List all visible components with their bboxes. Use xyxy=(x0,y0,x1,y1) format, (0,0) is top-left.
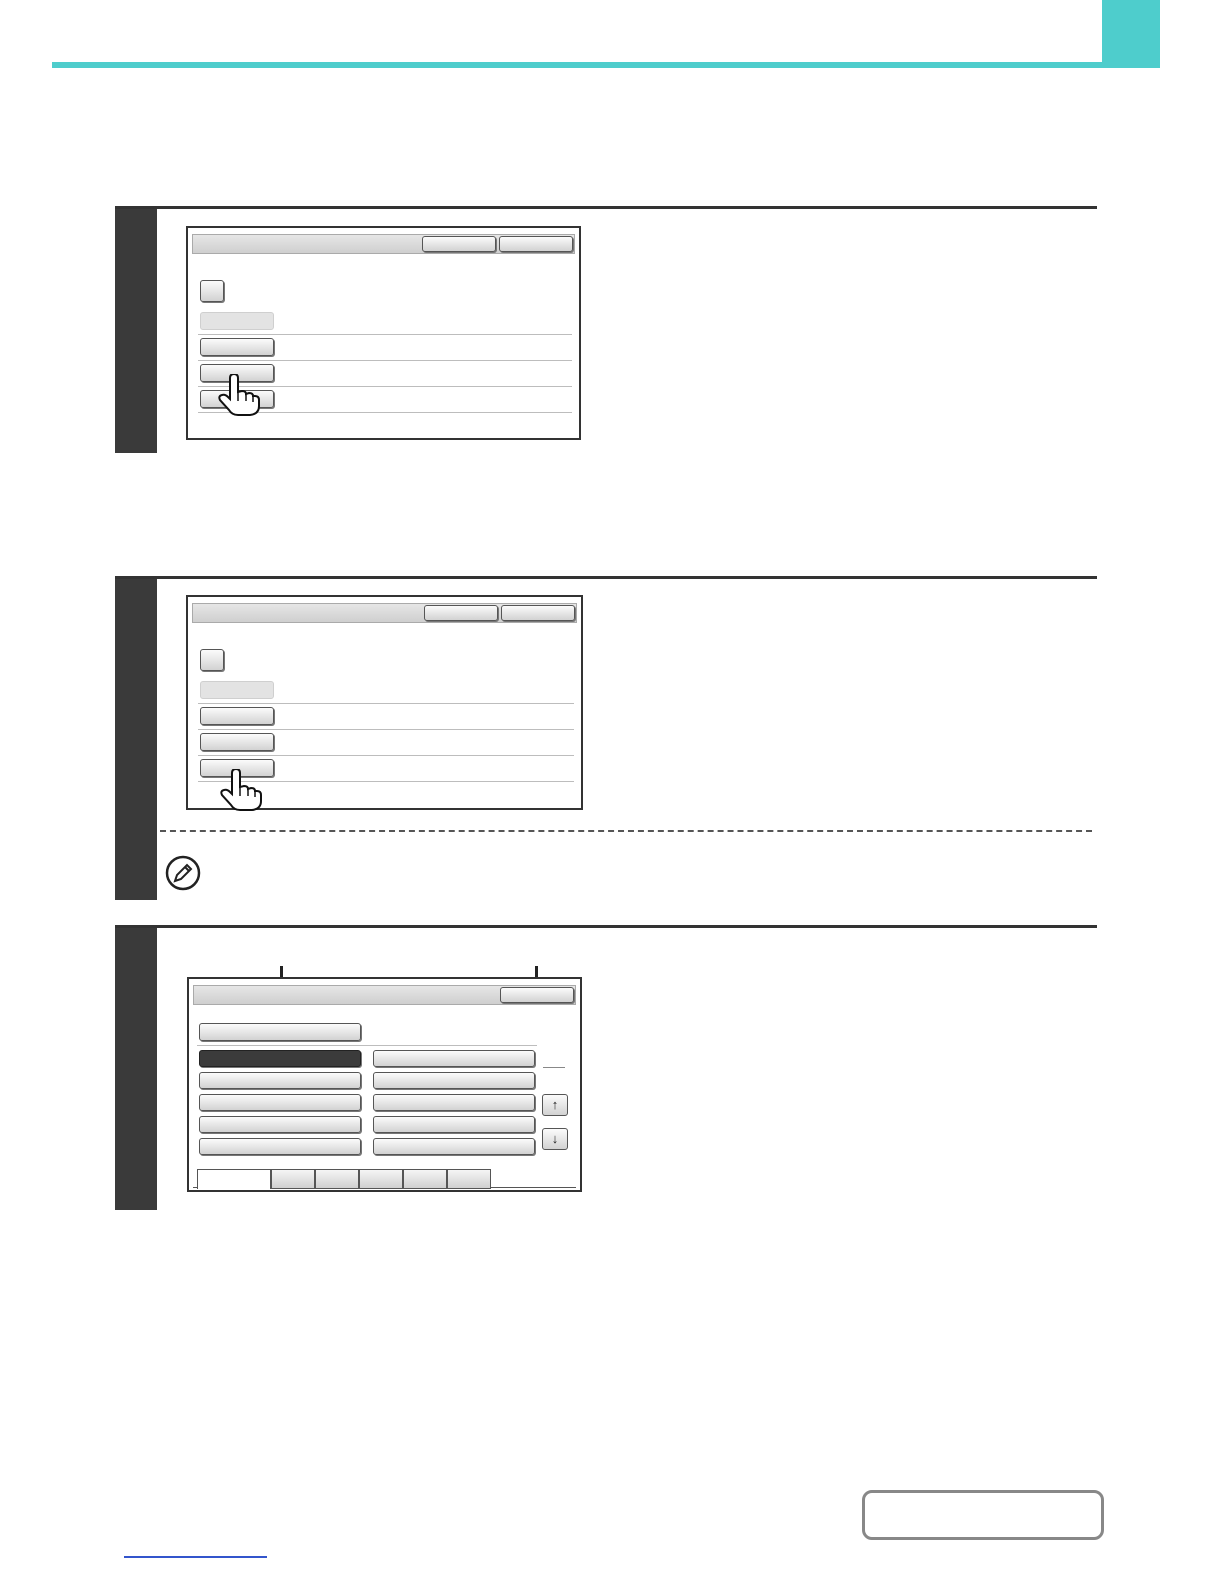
step-1-screen xyxy=(186,226,581,440)
step-2-screen xyxy=(186,595,583,811)
titlebar-ok-button[interactable] xyxy=(500,987,574,1003)
option-button-disabled xyxy=(200,312,274,330)
step-3-band xyxy=(115,928,157,1210)
footer-link[interactable] xyxy=(124,1556,267,1558)
tab-5[interactable] xyxy=(403,1169,447,1189)
titlebar-button-1[interactable] xyxy=(424,605,498,621)
titlebar-button-2[interactable] xyxy=(501,605,575,621)
header-select-button[interactable] xyxy=(199,1023,361,1041)
hand-pointer-icon xyxy=(218,374,260,416)
arrow-up-icon[interactable]: ↑ xyxy=(542,1094,568,1116)
option-button-1[interactable] xyxy=(200,707,274,725)
row-divider xyxy=(198,729,574,730)
list-item[interactable] xyxy=(199,1116,361,1133)
list-item[interactable] xyxy=(199,1072,361,1089)
tab-3[interactable] xyxy=(315,1169,359,1189)
row-divider xyxy=(198,703,574,704)
list-item[interactable] xyxy=(373,1116,535,1133)
arrow-down-icon[interactable]: ↓ xyxy=(542,1128,568,1150)
page-header xyxy=(52,0,1102,62)
tab-2[interactable] xyxy=(271,1169,315,1189)
row-divider xyxy=(198,360,572,361)
checkbox-button[interactable] xyxy=(200,649,224,671)
option-button-1[interactable] xyxy=(200,338,274,356)
list-item[interactable] xyxy=(199,1094,361,1111)
tab-1[interactable] xyxy=(197,1169,271,1189)
row-divider xyxy=(198,755,574,756)
page-indicator-line xyxy=(543,1067,565,1068)
titlebar-button-2[interactable] xyxy=(499,236,573,252)
step-2-rule xyxy=(115,576,1097,579)
list-item[interactable] xyxy=(373,1138,535,1155)
header-accent-rule xyxy=(52,62,1160,68)
step-3-screen: ↑ ↓ xyxy=(187,977,582,1192)
row-divider xyxy=(197,1045,537,1046)
note-separator xyxy=(160,830,1092,832)
titlebar-button-1[interactable] xyxy=(422,236,496,252)
option-button-disabled xyxy=(200,681,274,699)
checkbox-button[interactable] xyxy=(200,280,224,302)
tab-6[interactable] xyxy=(447,1169,491,1189)
chapter-tab xyxy=(1102,0,1160,68)
hand-pointer-icon xyxy=(220,769,262,811)
step-1-band xyxy=(115,209,157,453)
option-button-2[interactable] xyxy=(200,733,274,751)
list-item[interactable] xyxy=(373,1050,535,1067)
step-1-rule xyxy=(115,206,1097,209)
row-divider xyxy=(198,334,572,335)
pencil-note-icon xyxy=(165,855,201,891)
list-item[interactable] xyxy=(373,1072,535,1089)
step-3-rule xyxy=(115,925,1097,928)
contents-button[interactable] xyxy=(862,1490,1104,1540)
list-item[interactable] xyxy=(373,1094,535,1111)
tab-4[interactable] xyxy=(359,1169,403,1189)
step-2-band xyxy=(115,579,157,900)
list-item[interactable] xyxy=(199,1138,361,1155)
list-item-selected[interactable] xyxy=(199,1050,361,1067)
